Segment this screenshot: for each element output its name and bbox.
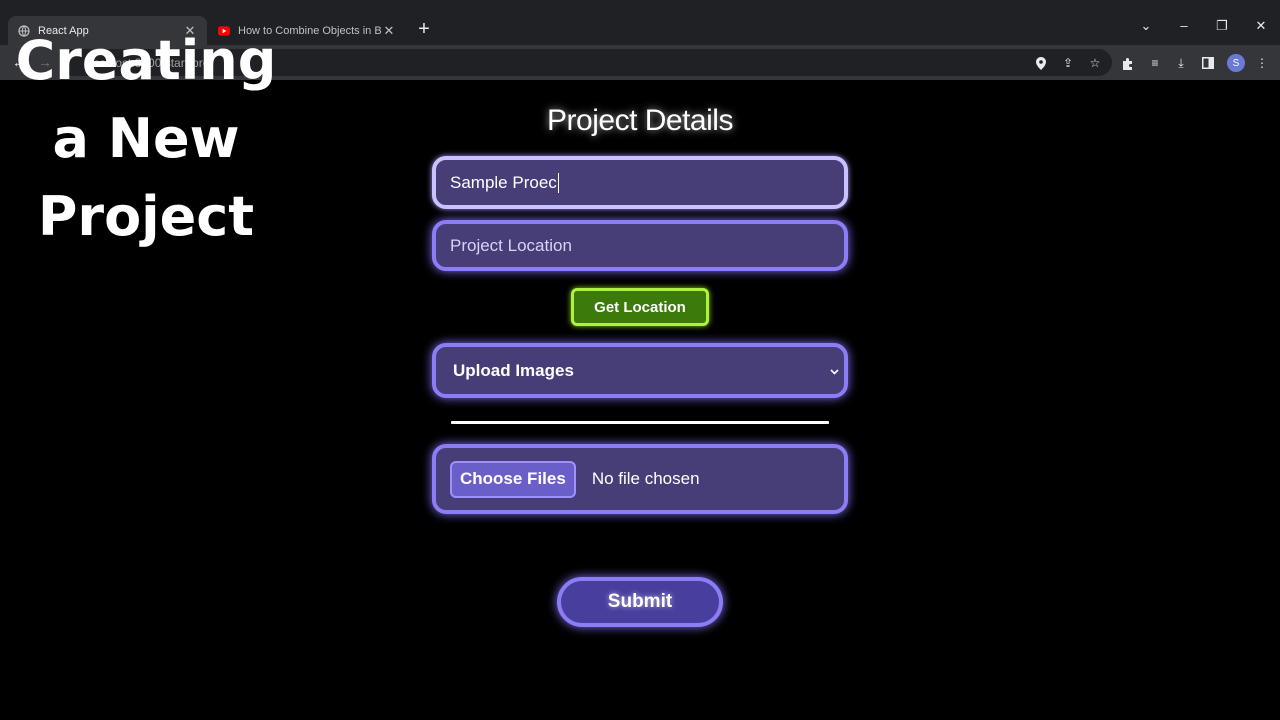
- side-panel-icon[interactable]: [1200, 55, 1216, 71]
- overlay-line-3: Project: [37, 185, 255, 248]
- video-overlay-caption: Creating a New Project: [0, 22, 292, 256]
- star-icon[interactable]: ☆: [1087, 55, 1103, 71]
- project-location-placeholder: Project Location: [450, 235, 572, 255]
- tab-search-icon[interactable]: ⌄: [1131, 18, 1161, 34]
- extensions-icon[interactable]: [1120, 55, 1136, 71]
- menu-kebab-icon[interactable]: ⋮: [1254, 55, 1270, 71]
- location-pin-icon[interactable]: [1033, 55, 1049, 71]
- project-location-input[interactable]: Project Location: [432, 220, 848, 271]
- minimize-icon[interactable]: –: [1169, 18, 1199, 33]
- divider: [451, 421, 829, 424]
- page-title: Project Details: [547, 104, 733, 137]
- overlay-line-2: a New: [52, 107, 240, 170]
- chevron-down-icon: [830, 363, 839, 378]
- choose-files-button[interactable]: Choose Files: [450, 460, 576, 498]
- new-tab-icon[interactable]: +: [416, 19, 432, 41]
- download-icon[interactable]: ⤓: [1173, 55, 1189, 71]
- share-icon[interactable]: ⇪: [1060, 55, 1076, 71]
- project-name-value: Sample Proec: [450, 172, 557, 192]
- close-window-icon[interactable]: ✕: [1246, 18, 1276, 34]
- media-queue-icon[interactable]: ≡: [1147, 55, 1163, 71]
- overlay-line-1: Creating: [15, 29, 277, 92]
- upload-type-select[interactable]: Upload Images: [432, 343, 848, 398]
- text-caret: [557, 172, 559, 193]
- profile-avatar[interactable]: S: [1227, 54, 1245, 72]
- get-location-button[interactable]: Get Location: [571, 288, 709, 326]
- close-tab-icon[interactable]: ✕: [382, 23, 396, 39]
- submit-button[interactable]: Submit: [557, 577, 723, 627]
- file-input[interactable]: Choose Files No file chosen: [432, 444, 848, 514]
- no-file-chosen-text: No file chosen: [591, 469, 700, 488]
- restore-icon[interactable]: ❐: [1207, 18, 1237, 34]
- project-name-input[interactable]: Sample Proec: [432, 156, 848, 209]
- upload-type-value: Upload Images: [453, 360, 574, 380]
